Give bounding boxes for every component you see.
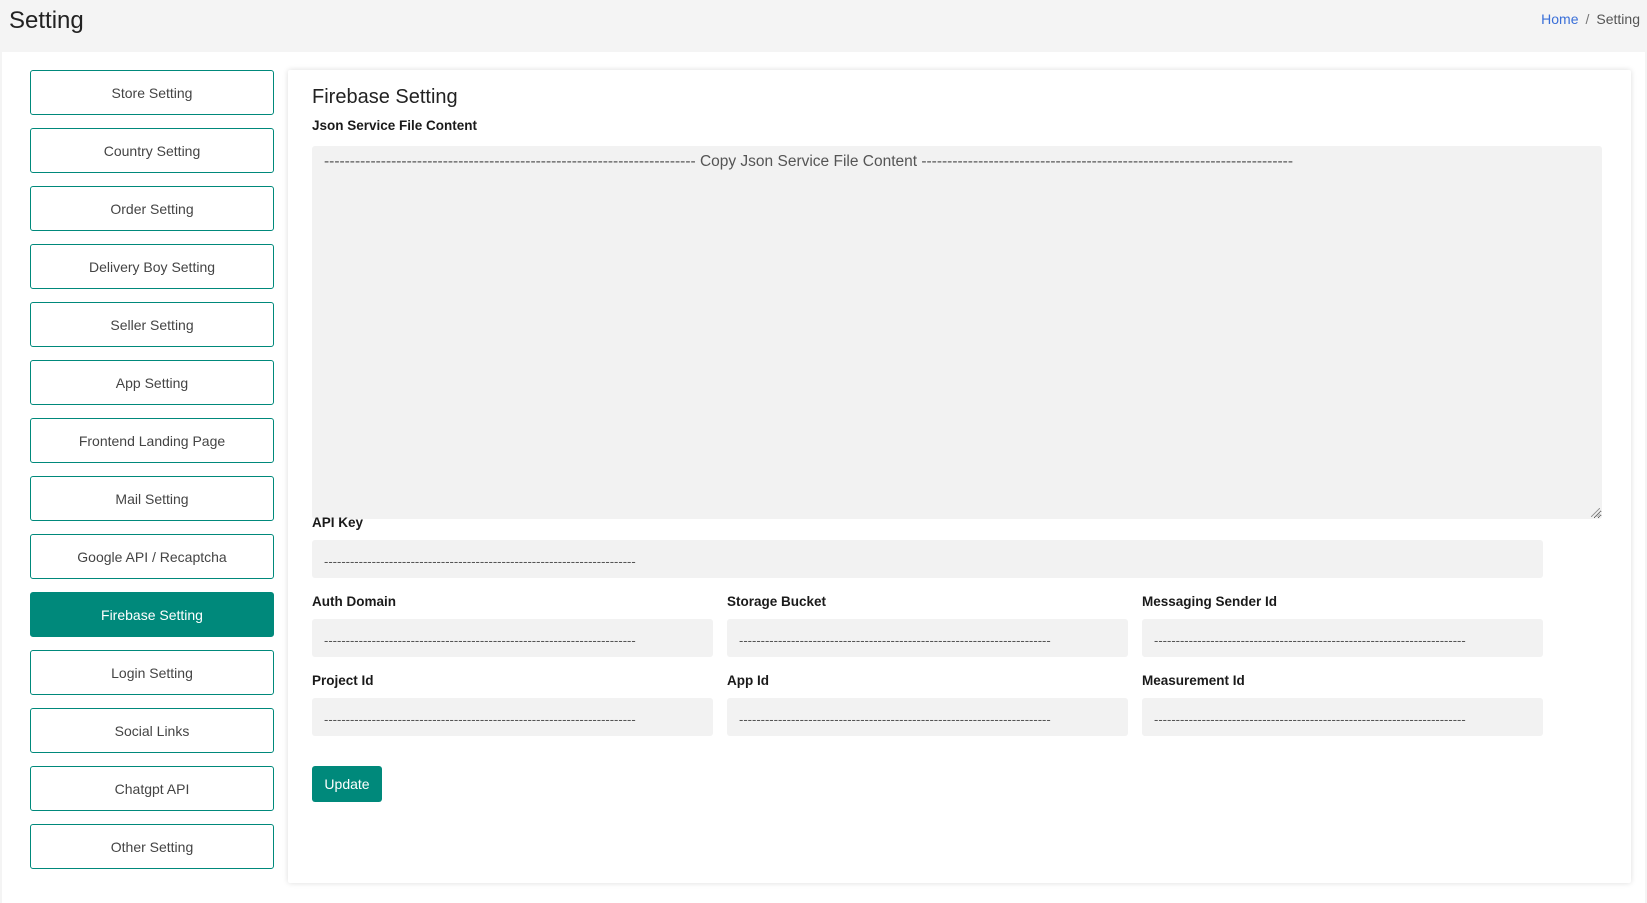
measurement-id-input[interactable]: ----------------------------------------… bbox=[1142, 698, 1543, 736]
messaging-sender-id-input[interactable]: ----------------------------------------… bbox=[1142, 619, 1543, 657]
sidebar-item-chatgpt-api[interactable]: Chatgpt API bbox=[30, 766, 274, 811]
measurement-id-label: Measurement Id bbox=[1142, 673, 1245, 688]
breadcrumb-current: Setting bbox=[1596, 11, 1640, 27]
breadcrumb-home-link[interactable]: Home bbox=[1541, 11, 1578, 27]
api-key-label: API Key bbox=[312, 515, 364, 530]
project-id-label: Project Id bbox=[312, 673, 374, 688]
auth-domain-label: Auth Domain bbox=[312, 594, 396, 609]
project-id-input[interactable]: ----------------------------------------… bbox=[312, 698, 713, 736]
storage-bucket-placeholder: ----------------------------------------… bbox=[739, 632, 1051, 648]
sidebar-item-order-setting[interactable]: Order Setting bbox=[30, 186, 274, 231]
measurement-id-placeholder: ----------------------------------------… bbox=[1154, 711, 1466, 727]
page-title: Setting bbox=[9, 7, 84, 34]
sidebar-item-firebase-setting[interactable]: Firebase Setting bbox=[30, 592, 274, 637]
settings-sidebar: Store Setting Country Setting Order Sett… bbox=[30, 70, 274, 882]
sidebar-item-other-setting[interactable]: Other Setting bbox=[30, 824, 274, 869]
firebase-settings-panel: Firebase Setting Json Service File Conte… bbox=[288, 70, 1631, 883]
sidebar-item-social-links[interactable]: Social Links bbox=[30, 708, 274, 753]
auth-domain-input[interactable]: ----------------------------------------… bbox=[312, 619, 713, 657]
app-id-label: App Id bbox=[727, 673, 769, 688]
top-bar: Setting Home / Setting bbox=[0, 0, 1647, 52]
api-key-input[interactable]: ----------------------------------------… bbox=[312, 540, 1543, 578]
breadcrumb: Home / Setting bbox=[1541, 11, 1640, 27]
json-content-label: Json Service File Content bbox=[312, 118, 478, 133]
sidebar-item-login-setting[interactable]: Login Setting bbox=[30, 650, 274, 695]
storage-bucket-input[interactable]: ----------------------------------------… bbox=[727, 619, 1128, 657]
resize-grip-icon[interactable] bbox=[1591, 508, 1600, 517]
json-content-textarea[interactable]: ----------------------------------------… bbox=[312, 146, 1602, 519]
sidebar-item-frontend-landing-page[interactable]: Frontend Landing Page bbox=[30, 418, 274, 463]
json-content-placeholder: ----------------------------------------… bbox=[324, 153, 1293, 170]
sidebar-item-app-setting[interactable]: App Setting bbox=[30, 360, 274, 405]
sidebar-item-mail-setting[interactable]: Mail Setting bbox=[30, 476, 274, 521]
messaging-sender-id-label: Messaging Sender Id bbox=[1142, 594, 1278, 609]
sidebar-item-store-setting[interactable]: Store Setting bbox=[30, 70, 274, 115]
update-button[interactable]: Update bbox=[312, 766, 382, 802]
project-id-placeholder: ----------------------------------------… bbox=[324, 711, 636, 727]
content-area: Store Setting Country Setting Order Sett… bbox=[2, 52, 1645, 903]
breadcrumb-separator: / bbox=[1585, 11, 1590, 27]
sidebar-item-delivery-boy-setting[interactable]: Delivery Boy Setting bbox=[30, 244, 274, 289]
messaging-sender-id-placeholder: ----------------------------------------… bbox=[1154, 632, 1466, 648]
sidebar-item-seller-setting[interactable]: Seller Setting bbox=[30, 302, 274, 347]
panel-title: Firebase Setting bbox=[312, 86, 458, 108]
app-id-input[interactable]: ----------------------------------------… bbox=[727, 698, 1128, 736]
api-key-placeholder: ----------------------------------------… bbox=[324, 553, 636, 569]
app-id-placeholder: ----------------------------------------… bbox=[739, 711, 1051, 727]
sidebar-item-country-setting[interactable]: Country Setting bbox=[30, 128, 274, 173]
storage-bucket-label: Storage Bucket bbox=[727, 594, 827, 609]
sidebar-item-google-api-recaptcha[interactable]: Google API / Recaptcha bbox=[30, 534, 274, 579]
auth-domain-placeholder: ----------------------------------------… bbox=[324, 632, 636, 648]
